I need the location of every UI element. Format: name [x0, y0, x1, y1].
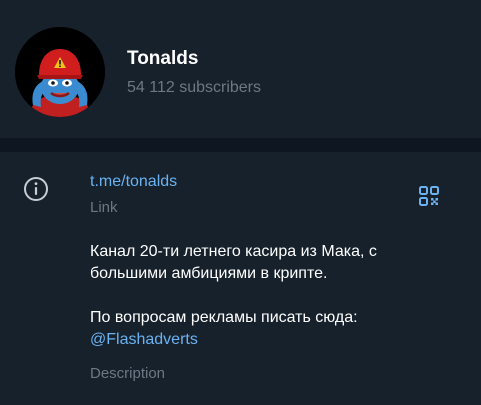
qr-code-icon [419, 186, 439, 206]
qr-code-button[interactable] [417, 184, 441, 208]
channel-name: Tonalds [127, 48, 199, 69]
channel-info-panel: Tonalds 54 112 subscribers t.me/tonalds … [0, 0, 481, 405]
channel-info-section: t.me/tonalds Link Канал 20-ти летнего ка… [0, 152, 481, 405]
mention-link[interactable]: @Flashadverts [90, 331, 198, 348]
description-label: Description [90, 365, 166, 382]
description-line: @Flashadverts [90, 329, 460, 351]
subscriber-count: 54 112 subscribers [127, 79, 261, 96]
section-divider [0, 138, 481, 152]
channel-avatar[interactable] [15, 27, 105, 117]
link-label: Link [90, 199, 118, 216]
description-line: Канал 20-ти летнего касира из Мака, с [90, 243, 377, 260]
description-line: По вопросам рекламы писать сюда: [90, 309, 358, 326]
channel-link[interactable]: t.me/tonalds [90, 173, 177, 191]
pepe-red-cap-avatar-icon [15, 27, 105, 117]
channel-description: Канал 20-ти летнего касира из Мака, с бо… [90, 241, 460, 351]
info-icon [24, 177, 48, 201]
description-spacer [90, 285, 460, 307]
description-line: большими амбициями в крипте. [90, 265, 328, 282]
channel-header: Tonalds 54 112 subscribers [0, 0, 481, 138]
